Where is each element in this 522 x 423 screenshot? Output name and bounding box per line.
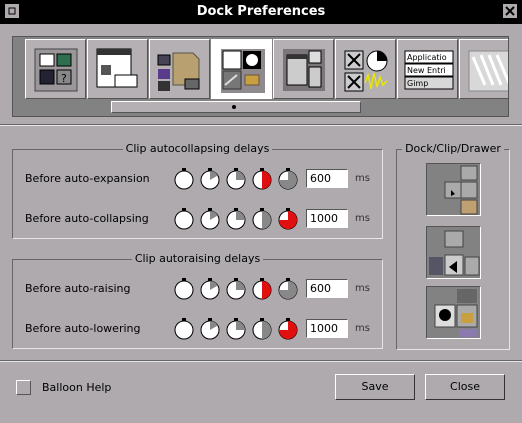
tile-menu[interactable]: Applicatio New Entri Gimp <box>397 39 458 99</box>
tile-preferences[interactable] <box>335 39 396 99</box>
delay-clock-1-icon[interactable] <box>199 318 221 340</box>
scrollbar-thumb[interactable] <box>111 101 361 113</box>
delay-clock-4-selected-icon[interactable] <box>277 208 299 230</box>
auto-collapsing-delay-input[interactable]: 1000 <box>306 209 348 228</box>
delay-clock-2-icon[interactable] <box>225 278 247 300</box>
clip-toggle[interactable] <box>426 226 481 279</box>
svg-text:?: ? <box>61 72 67 85</box>
title-bar[interactable]: Dock Preferences <box>0 0 522 24</box>
dock-thumbnail-icon <box>444 165 478 215</box>
dock-icon <box>221 49 265 93</box>
auto-expansion-label: Before auto-expansion <box>25 172 150 185</box>
menu-icon: Applicatio New Entri Gimp <box>404 50 454 90</box>
delay-clock-4-icon[interactable] <box>277 278 299 300</box>
autoraise-group: Clip autoraising delays Before auto-rais… <box>12 252 383 349</box>
delay-clock-4-selected-icon[interactable] <box>277 318 299 340</box>
texture-icon <box>468 50 508 92</box>
delay-clock-2-icon[interactable] <box>225 318 247 340</box>
autocollapse-legend: Clip autocollapsing delays <box>122 142 273 155</box>
close-button[interactable]: Close <box>425 374 505 400</box>
auto-raising-delay-input[interactable]: 600 <box>306 279 348 298</box>
files-icon <box>96 48 138 88</box>
auto-expansion-unit: ms <box>355 173 370 184</box>
delay-clock-4-icon[interactable] <box>277 168 299 190</box>
tile-focus[interactable] <box>87 39 148 99</box>
drawer-toggle[interactable] <box>426 286 481 339</box>
delay-clock-0-icon[interactable] <box>173 318 195 340</box>
tile-window-handling[interactable]: ? <box>25 39 86 99</box>
auto-lowering-label: Before auto-lowering <box>25 322 141 335</box>
balloon-help-checkbox[interactable] <box>16 380 31 395</box>
close-icon <box>505 6 515 16</box>
icons-icon <box>283 49 325 91</box>
auto-collapsing-unit: ms <box>355 213 370 224</box>
top-separator <box>0 124 522 126</box>
section-selector: ? Applicatio New Entri Gimp <box>12 36 509 117</box>
delay-clock-1-icon[interactable] <box>199 278 221 300</box>
menu-item-2: New Entri <box>407 66 446 75</box>
dock-clip-drawer-legend: Dock/Clip/Drawer <box>402 142 504 155</box>
window-title: Dock Preferences <box>196 4 326 19</box>
autoraise-legend: Clip autoraising delays <box>131 252 264 265</box>
dock-clip-drawer-group: Dock/Clip/Drawer <box>396 142 510 350</box>
delay-clock-0-icon[interactable] <box>173 168 195 190</box>
menu-item-1: Applicatio <box>407 53 447 62</box>
delay-clock-0-icon[interactable] <box>173 278 195 300</box>
clip-thumbnail-icon <box>429 230 480 276</box>
auto-lowering-unit: ms <box>355 323 370 334</box>
delay-clock-3-selected-icon[interactable] <box>251 278 273 300</box>
balloon-help-label: Balloon Help <box>42 381 112 394</box>
drawer-thumbnail-icon <box>434 289 478 337</box>
delay-clock-3-icon[interactable] <box>251 318 273 340</box>
delay-clock-3-selected-icon[interactable] <box>251 168 273 190</box>
x-icon <box>344 50 388 92</box>
delay-clock-0-icon[interactable] <box>173 208 195 230</box>
dock-preferences-window: Dock Preferences ? Applicatio New Entri … <box>0 0 522 423</box>
delay-clock-3-icon[interactable] <box>251 208 273 230</box>
delay-clock-2-icon[interactable] <box>225 168 247 190</box>
auto-raising-label: Before auto-raising <box>25 282 131 295</box>
delay-clock-2-icon[interactable] <box>225 208 247 230</box>
close-window-button[interactable] <box>502 3 518 19</box>
save-button[interactable]: Save <box>335 374 415 400</box>
tile-workspace[interactable] <box>149 39 210 99</box>
auto-collapsing-label: Before auto-collapsing <box>25 212 149 225</box>
filemanager-icon <box>157 52 200 91</box>
windows-icon: ? <box>34 48 78 92</box>
section-scrollbar[interactable] <box>15 101 506 114</box>
bottom-separator <box>0 360 522 362</box>
auto-raising-unit: ms <box>355 283 370 294</box>
menu-item-3: Gimp <box>407 79 428 88</box>
auto-lowering-delay-input[interactable]: 1000 <box>306 319 348 338</box>
autocollapse-group: Clip autocollapsing delays Before auto-e… <box>12 142 383 239</box>
tile-keyboard[interactable] <box>459 39 508 99</box>
dock-toggle[interactable] <box>426 163 481 216</box>
tile-dock-selected[interactable] <box>211 39 272 99</box>
tile-icons[interactable] <box>273 39 334 99</box>
delay-clock-1-icon[interactable] <box>199 168 221 190</box>
auto-expansion-delay-input[interactable]: 600 <box>306 169 348 188</box>
delay-clock-1-icon[interactable] <box>199 208 221 230</box>
